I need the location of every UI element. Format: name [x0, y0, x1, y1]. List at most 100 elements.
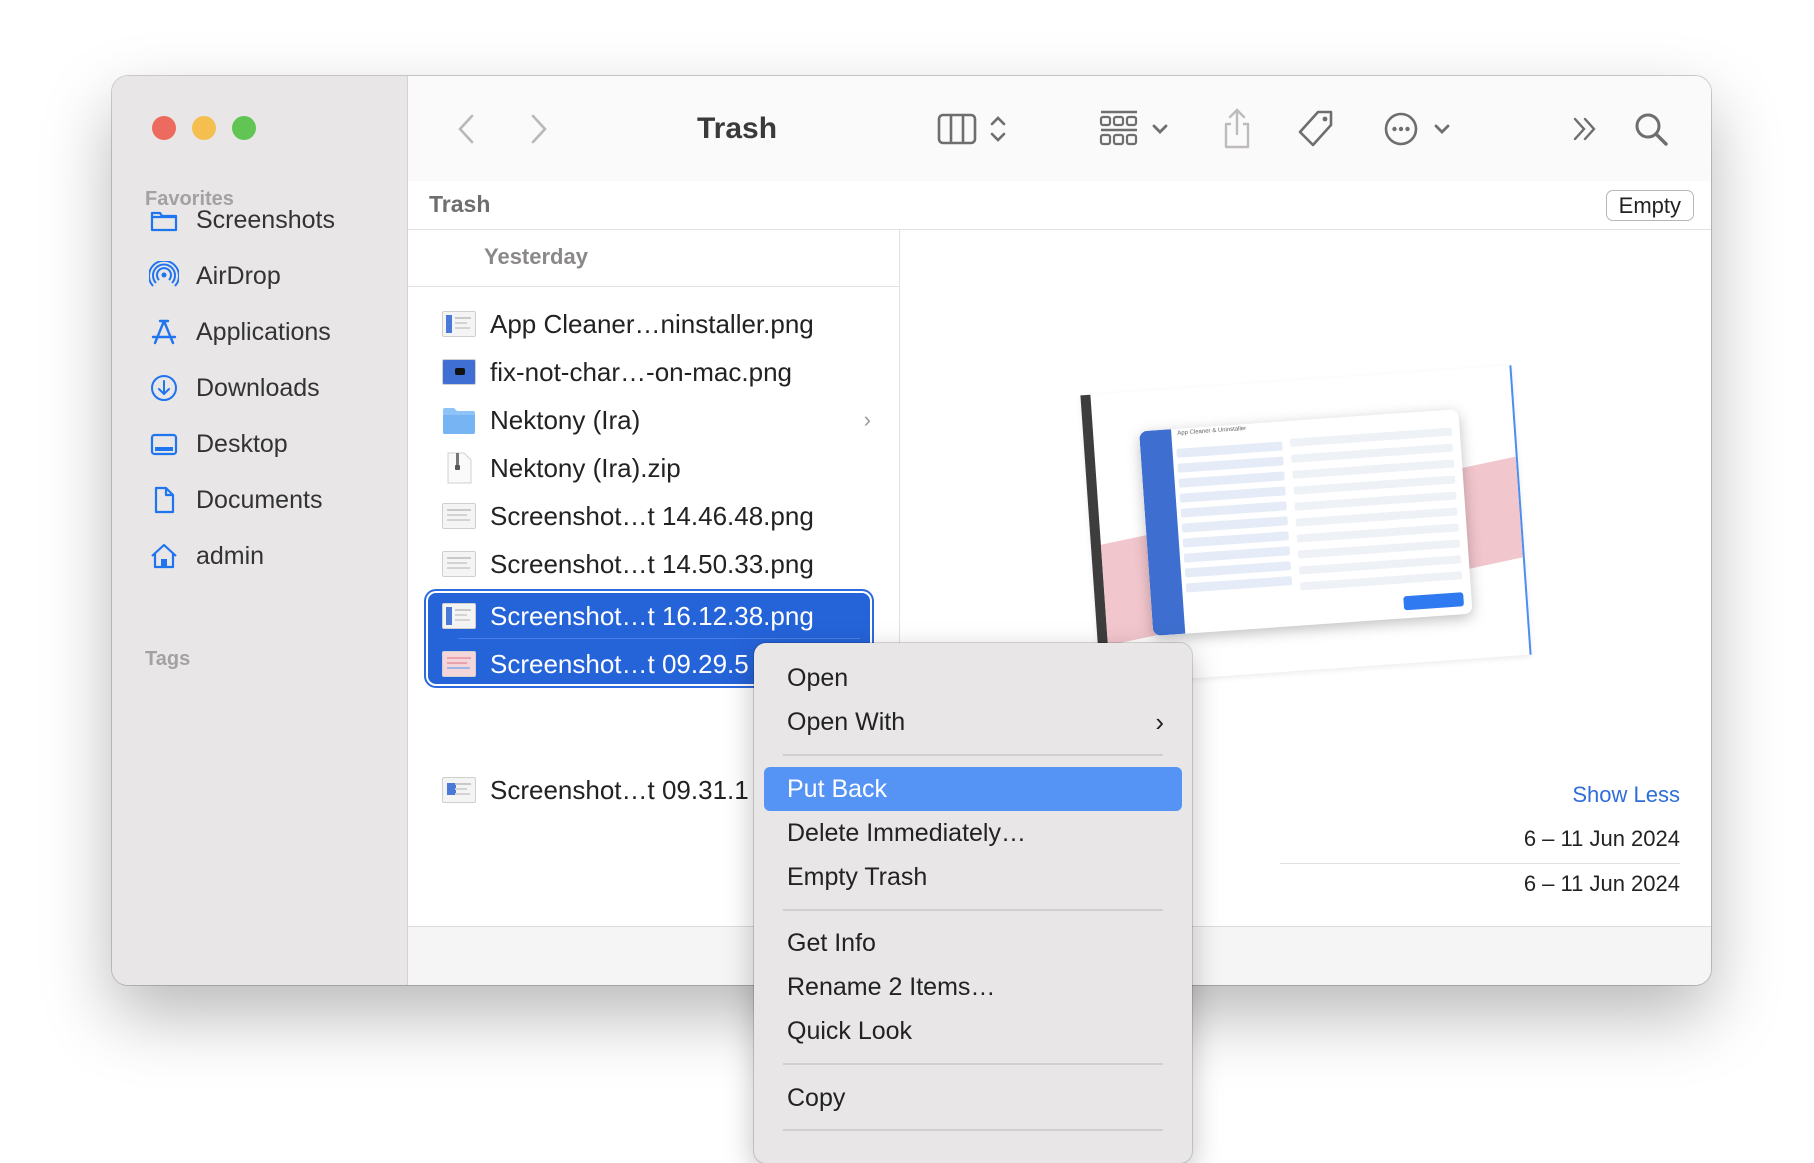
file-list: App Cleaner…ninstaller.png fix-not-char……: [408, 300, 899, 588]
menu-item-open-with[interactable]: Open With ›: [764, 700, 1182, 744]
menu-item-rename[interactable]: Rename 2 Items…: [764, 965, 1182, 1009]
menu-item-label: Get Info: [787, 929, 876, 957]
search-button[interactable]: [1629, 106, 1673, 152]
minimize-button[interactable]: [192, 116, 216, 140]
file-row[interactable]: Screenshot…t 14.50.33.png: [408, 540, 899, 588]
preview-thumbnail: App Cleaner & Uninstaller: [1080, 360, 1532, 690]
tags-heading: Tags: [145, 648, 191, 670]
file-row[interactable]: App Cleaner…ninstaller.png: [408, 300, 899, 348]
menu-item-label: Copy: [787, 1084, 846, 1112]
downloads-icon: [148, 372, 180, 404]
sidebar-item-label: Desktop: [196, 429, 288, 458]
menu-item-label: Open With: [787, 708, 906, 736]
menu-item-copy[interactable]: Copy: [764, 1076, 1182, 1120]
menu-item-quick-look[interactable]: Quick Look: [764, 1009, 1182, 1053]
sidebar-item-label: admin: [196, 541, 265, 570]
overflow-button[interactable]: [1568, 106, 1602, 152]
preview-app-title: App Cleaner & Uninstaller: [1177, 425, 1247, 437]
menu-item-label: Put Back: [787, 775, 888, 803]
date-range-created: 6 – 11 Jun 2024: [1523, 826, 1680, 851]
chevron-right-icon: ›: [863, 407, 871, 432]
menu-item-delete-immediately[interactable]: Delete Immediately…: [764, 811, 1182, 855]
sidebar-item-downloads[interactable]: Downloads: [112, 360, 407, 416]
back-button[interactable]: [448, 106, 484, 152]
chevron-down-icon: [1152, 124, 1168, 134]
sidebar-item-screenshots[interactable]: Screenshots: [112, 192, 407, 248]
image-file-icon: [442, 551, 476, 577]
file-name: Screenshot…t 16.12.38.png: [490, 600, 814, 631]
menu-item-label: Delete Immediately…: [787, 819, 1026, 847]
airdrop-icon: [148, 260, 180, 292]
tag-button[interactable]: [1294, 106, 1338, 152]
sidebar-item-desktop[interactable]: Desktop: [112, 416, 407, 472]
menu-item-put-back[interactable]: Put Back: [764, 767, 1182, 811]
image-file-icon: [442, 311, 476, 337]
sidebar-item-airdrop[interactable]: AirDrop: [112, 248, 407, 304]
document-icon: [148, 484, 180, 516]
file-row[interactable]: Nektony (Ira).zip: [408, 444, 899, 492]
date-range-modified: 6 – 11 Jun 2024: [1523, 871, 1680, 896]
file-name: fix-not-char…-on-mac.png: [490, 356, 792, 387]
applications-icon: [148, 316, 180, 348]
zoom-button[interactable]: [232, 116, 256, 140]
sidebar: Favorites Screenshots AirDrop Applicatio…: [112, 76, 408, 985]
image-file-icon: [442, 603, 476, 629]
file-row[interactable]: Screenshot…t 14.46.48.png: [408, 492, 899, 540]
view-mode-button[interactable]: [927, 106, 1017, 152]
folder-icon: [148, 204, 180, 236]
sidebar-item-label: Applications: [196, 317, 331, 346]
file-row[interactable]: Nektony (Ira) ›: [408, 396, 899, 444]
menu-item-open[interactable]: Open: [764, 656, 1182, 700]
sidebar-item-documents[interactable]: Documents: [112, 472, 407, 528]
desktop-icon: [148, 428, 180, 460]
menu-separator: [783, 909, 1163, 911]
image-file-icon: [442, 503, 476, 529]
file-name: Screenshot…t 14.46.48.png: [490, 500, 814, 531]
preview-app-list: [1176, 435, 1293, 598]
image-file-icon: [442, 359, 476, 385]
columns-view-icon: [937, 113, 977, 145]
search-icon: [1635, 113, 1668, 146]
show-less-link[interactable]: Show Less: [1572, 782, 1680, 808]
file-name: Nektony (Ira).zip: [490, 452, 681, 483]
group-header: Yesterday: [408, 230, 899, 287]
path-bar-title: Trash: [429, 191, 491, 217]
favorites-list: Screenshots AirDrop Applications Downloa…: [112, 192, 407, 584]
chevron-updown-icon: [990, 116, 1006, 142]
menu-item-get-info[interactable]: Get Info: [764, 921, 1182, 965]
menu-item-label: Rename 2 Items…: [787, 973, 996, 1001]
sidebar-item-admin[interactable]: admin: [112, 528, 407, 584]
sidebar-item-label: Documents: [196, 485, 323, 514]
action-button[interactable]: [1374, 106, 1460, 152]
preview-image: App Cleaner & Uninstaller: [1080, 365, 1532, 685]
group-button[interactable]: [1094, 106, 1174, 152]
file-name: App Cleaner…ninstaller.png: [490, 308, 814, 339]
folder-icon: [442, 407, 476, 434]
file-row-selected[interactable]: Screenshot…t 16.12.38.png: [408, 592, 899, 640]
chevron-down-icon: [1434, 124, 1450, 134]
sidebar-item-label: AirDrop: [196, 261, 281, 290]
menu-separator: [783, 1063, 1163, 1065]
preview-app-remove-button: [1403, 592, 1465, 611]
file-name: Nektony (Ira): [490, 404, 641, 435]
close-button[interactable]: [152, 116, 176, 140]
sidebar-item-applications[interactable]: Applications: [112, 304, 407, 360]
menu-item-empty-trash[interactable]: Empty Trash: [764, 855, 1182, 899]
image-file-icon: [442, 651, 476, 677]
file-row[interactable]: fix-not-char…-on-mac.png: [408, 348, 899, 396]
menu-item-label: Empty Trash: [787, 863, 928, 891]
menu-separator: [783, 1129, 1163, 1131]
menu-separator: [783, 754, 1163, 756]
back-icon: [458, 114, 474, 144]
forward-button[interactable]: [521, 106, 557, 152]
tag-icon: [1298, 110, 1333, 147]
share-button[interactable]: [1219, 106, 1255, 152]
group-header-label: Yesterday: [484, 244, 588, 269]
toolbar: Trash: [408, 76, 1711, 182]
preview-app-window: App Cleaner & Uninstaller: [1139, 409, 1473, 636]
share-icon: [1224, 108, 1250, 149]
sidebar-item-label: Downloads: [196, 373, 320, 402]
menu-item-label: Open: [787, 664, 849, 692]
empty-trash-button[interactable]: Empty: [1605, 190, 1694, 221]
context-menu: Open Open With › Put Back Delete Immediat…: [754, 643, 1192, 1163]
